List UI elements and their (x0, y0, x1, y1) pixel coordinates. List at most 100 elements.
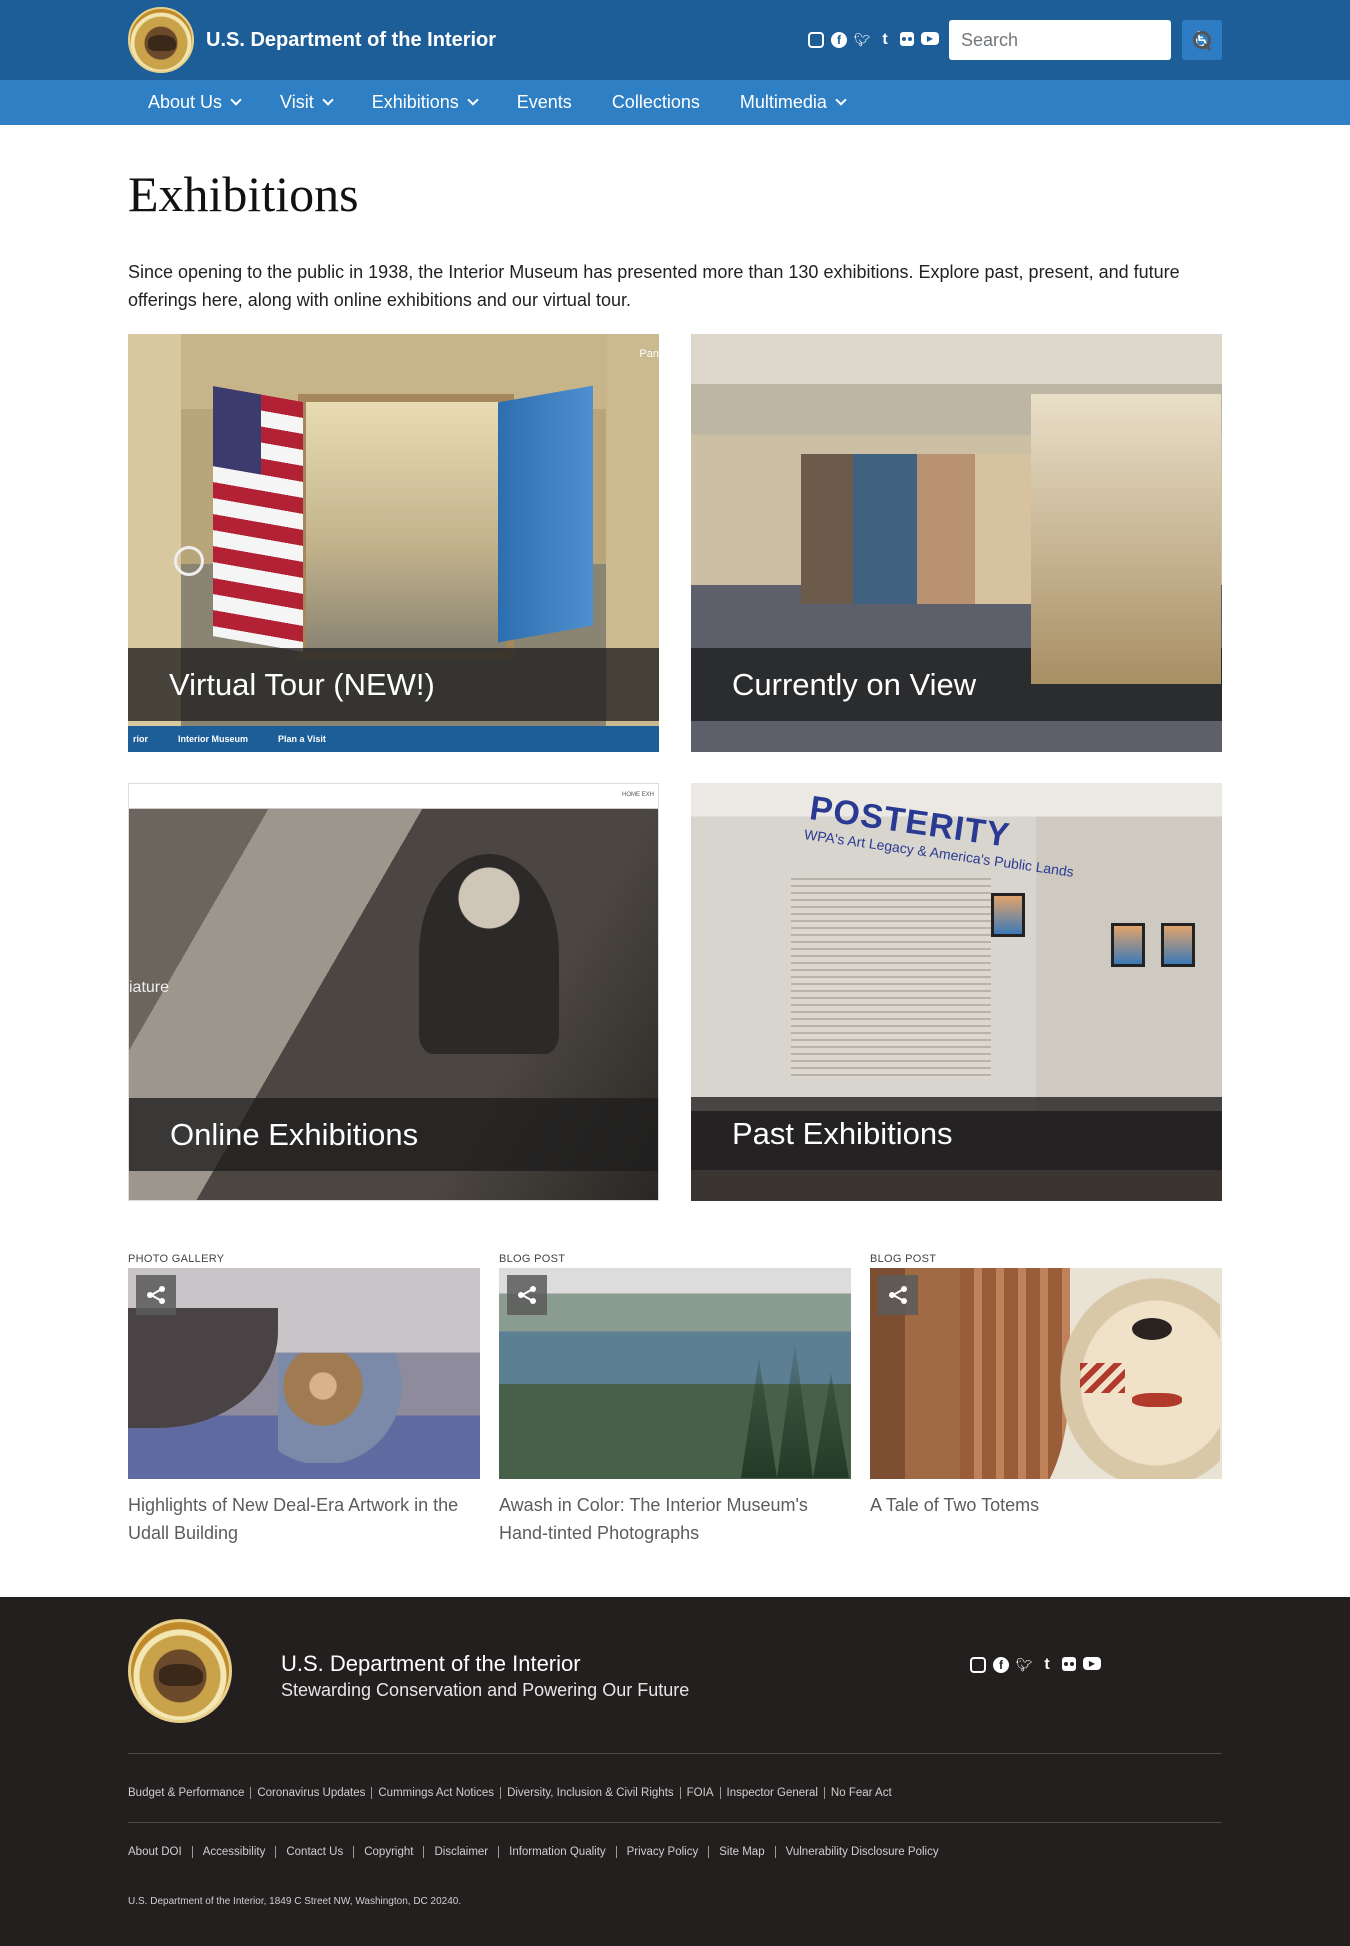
flickr-icon[interactable] (1062, 1657, 1076, 1671)
card: BLOG POST Awash in Color: The Interior M… (499, 1253, 851, 1547)
footer-links-primary: Budget & Performance Coronavirus Updates… (128, 1787, 892, 1799)
nav-label: Events (516, 92, 572, 112)
youtube-icon[interactable]: ▶ (921, 32, 939, 45)
page-title: Exhibitions (128, 166, 359, 222)
tumblr-icon[interactable]: t (877, 31, 893, 48)
instagram-icon[interactable] (970, 1657, 986, 1673)
tile-caption: Online Exhibitions (129, 1098, 658, 1171)
twitter-icon[interactable]: 🐦︎ (854, 32, 871, 48)
tile-caption: Currently on View (691, 648, 1222, 721)
footer-link[interactable]: Coronavirus Updates (257, 1787, 365, 1799)
card: BLOG POST A Tale of Two Totems (870, 1253, 1222, 1547)
card-kicker: BLOG POST (870, 1253, 937, 1265)
search-input[interactable] (961, 29, 1193, 51)
footer-links-secondary: About DOI Accessibility Contact Us Copyr… (128, 1846, 939, 1858)
instagram-icon[interactable] (808, 32, 824, 48)
footer-link[interactable]: Contact Us (286, 1846, 343, 1858)
nav-label: Collections (611, 92, 700, 112)
search-box (949, 20, 1211, 60)
nav-item-visit[interactable]: Visit (260, 80, 352, 125)
main-nav: About Us Visit Exhibitions Events Collec… (0, 80, 1350, 125)
tile-label: Virtual Tour (NEW!) (169, 666, 435, 702)
chevron-down-icon (835, 94, 847, 106)
flickr-icon[interactable] (900, 32, 914, 46)
twitter-icon[interactable]: 🐦︎ (1016, 1657, 1033, 1673)
nav-label: Visit (280, 92, 314, 112)
card-image[interactable] (870, 1268, 1222, 1479)
tour-corner-text: Pan (639, 348, 659, 360)
nav-label: Multimedia (739, 92, 827, 112)
site-title[interactable]: U.S. Department of the Interior (206, 29, 496, 52)
doi-seal-logo[interactable] (128, 1619, 232, 1723)
nav-item-multimedia[interactable]: Multimedia (720, 80, 865, 125)
nav-label: Exhibitions (371, 92, 459, 112)
screenshot-header-links: HOME EXH (621, 792, 654, 798)
footer-link[interactable]: Cummings Act Notices (378, 1787, 494, 1799)
main-content: Exhibitions Since opening to the public … (128, 165, 1222, 1547)
tile-currently-on-view[interactable]: Currently on View (691, 334, 1222, 752)
facebook-icon[interactable]: f (831, 32, 847, 48)
tile-label: Past Exhibitions (732, 1115, 953, 1151)
card-image[interactable] (128, 1268, 480, 1479)
share-icon (889, 1286, 907, 1304)
youtube-icon[interactable]: ▶ (1083, 1657, 1101, 1670)
share-icon (518, 1286, 536, 1304)
chevron-down-icon (467, 94, 479, 106)
us-flag-image (213, 386, 303, 652)
footer-link[interactable]: Information Quality (509, 1846, 606, 1858)
footer-link[interactable]: Inspector General (727, 1787, 818, 1799)
tile-label: Currently on View (732, 666, 977, 702)
doi-flag-image (498, 385, 593, 643)
card-title-link[interactable]: Highlights of New Deal-Era Artwork in th… (128, 1491, 480, 1547)
footer-link[interactable]: Vulnerability Disclosure Policy (786, 1846, 939, 1858)
card-kicker: PHOTO GALLERY (128, 1253, 225, 1265)
totem-paint (1080, 1363, 1125, 1393)
footer-divider (128, 1822, 1222, 1823)
footer-link[interactable]: Disclaimer (434, 1846, 488, 1858)
chevron-down-icon (230, 94, 242, 106)
framed-poster (1111, 923, 1145, 967)
site-header: U.S. Department of the Interior f 🐦︎ t ▶… (0, 0, 1350, 80)
card-title-link[interactable]: Awash in Color: The Interior Museum's Ha… (499, 1491, 851, 1547)
tile-caption: Past Exhibitions (691, 1097, 1222, 1170)
footer-link[interactable]: Budget & Performance (128, 1787, 244, 1799)
footer-social-links: f 🐦︎ t ▶ (970, 1656, 1101, 1673)
nav-item-exhibitions[interactable]: Exhibitions (352, 80, 497, 125)
share-icon (147, 1286, 165, 1304)
tour-hotspot-icon (174, 546, 204, 576)
nav-item-events[interactable]: Events (497, 80, 592, 125)
share-button[interactable] (507, 1275, 547, 1315)
card-title-link[interactable]: A Tale of Two Totems (870, 1491, 1222, 1519)
tile-online-exhibitions[interactable]: HOME EXH iature Online Exhibitions (128, 783, 659, 1201)
footer-link[interactable]: Accessibility (203, 1846, 266, 1858)
tour-bar-item: Interior Museum (178, 734, 249, 744)
footer-link[interactable]: Privacy Policy (627, 1846, 699, 1858)
card-image[interactable] (499, 1268, 851, 1479)
footer-address: U.S. Department of the Interior, 1849 C … (128, 1896, 462, 1907)
chevron-down-icon (322, 94, 334, 106)
facebook-icon[interactable]: f (993, 1657, 1009, 1673)
tour-screenshot-bar: rior Interior Museum Plan a Visit (128, 726, 659, 752)
card-kicker: BLOG POST (499, 1253, 566, 1265)
share-button[interactable] (136, 1275, 176, 1315)
nav-item-about-us[interactable]: About Us (128, 80, 260, 125)
site-footer: U.S. Department of the Interior Stewardi… (0, 1597, 1350, 1946)
framed-poster (1161, 923, 1195, 967)
footer-link[interactable]: FOIA (687, 1787, 714, 1799)
footer-link[interactable]: Site Map (719, 1846, 764, 1858)
footer-link[interactable]: Copyright (364, 1846, 413, 1858)
footer-link[interactable]: Diversity, Inclusion & Civil Rights (507, 1787, 674, 1799)
footer-link[interactable]: No Fear Act (831, 1787, 892, 1799)
nav-item-collections[interactable]: Collections (592, 80, 720, 125)
share-button[interactable] (878, 1275, 918, 1315)
doi-seal-logo[interactable] (128, 7, 194, 73)
intro-text: Since opening to the public in 1938, the… (128, 262, 1180, 310)
tile-past-exhibitions[interactable]: POSTERITY WPA's Art Legacy & America's P… (691, 783, 1222, 1201)
exhibition-tiles: Pan rior Interior Museum Plan a Visit Vi… (128, 334, 1222, 1201)
tile-caption: Virtual Tour (NEW!) (128, 648, 659, 721)
totem-lips (1132, 1393, 1182, 1407)
footer-link[interactable]: About DOI (128, 1846, 182, 1858)
tile-virtual-tour[interactable]: Pan rior Interior Museum Plan a Visit Vi… (128, 334, 659, 752)
footer-divider (128, 1753, 1222, 1754)
tumblr-icon[interactable]: t (1039, 1656, 1055, 1673)
